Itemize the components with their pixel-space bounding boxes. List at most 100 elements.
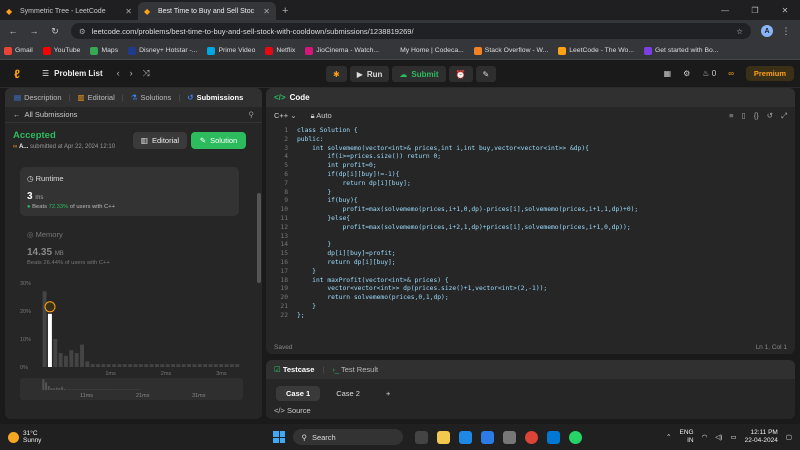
windows-start-icon[interactable] [273,431,286,443]
tab-solutions[interactable]: ⚗ Solutions [128,93,175,102]
distribution-bar[interactable] [197,364,202,367]
prev-problem-icon[interactable]: ‹ [117,68,120,79]
url-field[interactable]: ⚙ leetcode.com/problems/best-time-to-buy… [71,23,751,39]
bookmark-gmail[interactable]: Gmail [4,46,33,55]
bookmark-getstarted[interactable]: Get started with Bo... [643,46,718,55]
back-icon[interactable]: ← [5,23,21,39]
distribution-bar[interactable] [229,364,234,367]
source-link[interactable]: </> Source [274,406,311,415]
distribution-bar[interactable] [64,355,68,367]
bookmark-star-icon[interactable]: ☆ [736,27,743,36]
new-tab-icon[interactable]: + [282,5,288,17]
submit-button[interactable]: ☁ Submit [392,66,446,82]
problem-list-button[interactable]: ☰ Problem List [42,69,103,78]
memory-label[interactable]: ◎ Memory [27,230,63,239]
file-explorer-icon[interactable] [437,430,451,444]
clock[interactable]: 12:11 PM 22-04-2024 [745,429,778,445]
site-info-icon[interactable]: ⚙ [79,27,86,36]
tab-description[interactable]: ▤ Description [11,93,65,102]
distribution-bar[interactable] [138,364,143,367]
tab-testcase[interactable]: ☑ Testcase [274,365,314,374]
run-button[interactable]: ▶ Run [349,66,390,82]
distribution-bar[interactable] [181,364,186,367]
close-tab-icon[interactable]: ✕ [263,7,270,16]
distribution-bar[interactable] [213,364,218,367]
bookmark-youtube[interactable]: YouTube [42,46,80,55]
bookmark-codecademy[interactable]: My Home | Codeca... [389,46,464,55]
distribution-bar[interactable] [154,364,159,367]
tray-chevron-icon[interactable]: ⌃ [666,433,671,441]
reload-icon[interactable]: ↻ [47,23,63,39]
leetcode-logo-icon[interactable]: ℓ [10,67,24,81]
distribution-bar[interactable] [187,364,192,367]
tab-test-result[interactable]: ›_ Test Result [332,365,378,374]
distribution-bar[interactable] [53,339,58,367]
all-submissions-link[interactable]: ← All Submissions ⚲ [5,107,262,123]
forward-icon[interactable]: → [26,23,42,39]
distribution-bar[interactable] [101,364,106,367]
distribution-bar[interactable] [128,364,133,367]
tab-submissions[interactable]: ↺ Submissions [184,93,246,102]
editorial-button[interactable]: ▥ Editorial [133,132,187,149]
tab-editorial[interactable]: ▥ Editorial [75,93,118,102]
distribution-bar[interactable] [58,353,63,367]
distribution-bar[interactable] [171,364,175,367]
case-2-tab[interactable]: Case 2 [326,386,370,401]
distribution-bar[interactable] [42,291,47,367]
distribution-bar[interactable] [160,364,165,367]
distribution-bar[interactable] [176,364,181,367]
profile-avatar[interactable]: A [761,25,773,37]
distribution-bar[interactable] [96,364,101,367]
edge-icon[interactable] [459,430,473,444]
weather-widget[interactable]: 31°C Sunny [8,430,41,445]
timer-button[interactable]: ⏰ [448,66,473,82]
case-1-tab[interactable]: Case 1 [276,386,321,401]
left-scrollbar[interactable] [257,193,261,283]
runtime-card[interactable]: ◷ Runtime 3 ms ● Beats 72.33% of users w… [20,167,239,216]
username[interactable]: A... [19,144,28,150]
distribution-bar[interactable] [85,361,90,367]
distribution-bar[interactable] [47,313,52,367]
store-icon[interactable] [481,430,495,444]
bookmark-maps[interactable]: Maps [90,46,118,55]
add-case-icon[interactable]: + [376,386,400,401]
distribution-bar[interactable] [203,364,208,367]
distribution-bar[interactable] [235,364,240,367]
browser-tab-best-time[interactable]: ◆ Best Time to Buy and Sell Stoc ✕ [138,2,276,20]
layout-icon[interactable]: ▦ [664,69,672,78]
next-problem-icon[interactable]: › [130,68,133,79]
distribution-bar[interactable] [90,364,95,367]
bookmark-hotstar[interactable]: Disney+ Hotstar -... [128,46,197,55]
whatsapp-icon[interactable] [569,430,583,444]
share-icon[interactable]: ⚲ [249,110,255,119]
shuffle-icon[interactable]: ⤨ [143,68,150,79]
language-select[interactable]: C++ ⌄ [274,111,297,120]
settings-icon[interactable]: ⚙ [683,69,690,78]
distribution-bar[interactable] [208,364,213,367]
distribution-bar[interactable] [106,364,111,367]
minimize-icon[interactable]: — [710,0,740,20]
notification-icon[interactable]: ▢ [786,433,792,441]
distribution-bar[interactable] [149,364,154,367]
app-icon[interactable] [503,430,517,444]
bookmark-prime[interactable]: Prime Video [207,46,255,55]
chrome-menu-icon[interactable]: ⋮ [778,23,794,39]
maximize-icon[interactable]: ❐ [740,0,770,20]
streak-counter[interactable]: ♨ 0 [702,69,716,78]
taskbar-search[interactable]: ⚲ Search [293,429,404,445]
format-icon[interactable]: ≡ [729,111,733,121]
close-window-icon[interactable]: ✕ [770,0,800,20]
bookmark-netflix[interactable]: Netflix [265,46,295,55]
notes-button[interactable]: ✎ [475,66,497,82]
bookmark-jiocinema[interactable]: JioCinema - Watch... [305,46,379,55]
distribution-bar[interactable] [224,364,229,367]
distribution-bar[interactable] [122,364,127,367]
auto-mode[interactable]: 🔒︎ Auto [311,111,332,121]
battery-icon[interactable]: ▭ [730,433,736,441]
distribution-bar[interactable] [69,350,74,367]
chrome-icon[interactable] [525,430,539,444]
browser-tab-symmetric-tree[interactable]: ◆ Symmetric Tree - LeetCode ✕ [0,2,138,20]
task-view-icon[interactable] [415,430,429,444]
premium-logo-icon[interactable]: ∞ [728,69,734,78]
debug-button[interactable]: ✱ [326,66,347,82]
